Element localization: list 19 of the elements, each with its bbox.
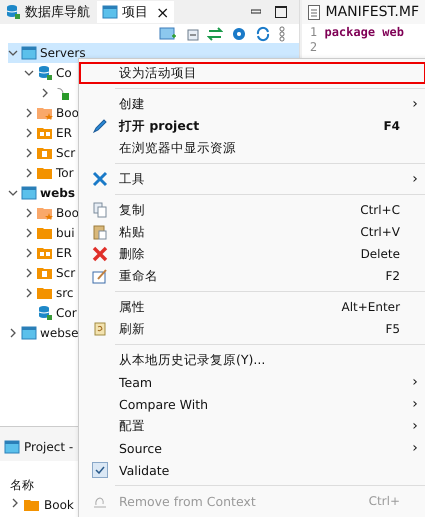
tree-item-label: Boo (56, 206, 79, 220)
tree-item-label: ER (56, 126, 72, 140)
column-header: 名称 (10, 478, 34, 492)
table-cell: Book (44, 498, 74, 512)
tree-item-label: webs (40, 186, 75, 200)
tree-item-label: src (56, 286, 74, 300)
tree-item-label: Scr (56, 146, 76, 160)
tree-item-label: ER (56, 246, 72, 260)
tree-item-label: bui (56, 226, 75, 240)
tree-item-label: webse (40, 326, 78, 340)
line-number: 2 (308, 40, 318, 54)
code-line: package web (324, 24, 404, 38)
tree-item-label: Scr (56, 266, 76, 280)
tree-item-label: Tor (56, 166, 74, 180)
tree-item-label: Cor (56, 306, 77, 320)
tree-item-label: Servers (40, 46, 86, 60)
line-number: 1 (308, 24, 318, 38)
tree-item-label: Co (56, 66, 72, 80)
tree-item-label: Boo (56, 106, 79, 120)
